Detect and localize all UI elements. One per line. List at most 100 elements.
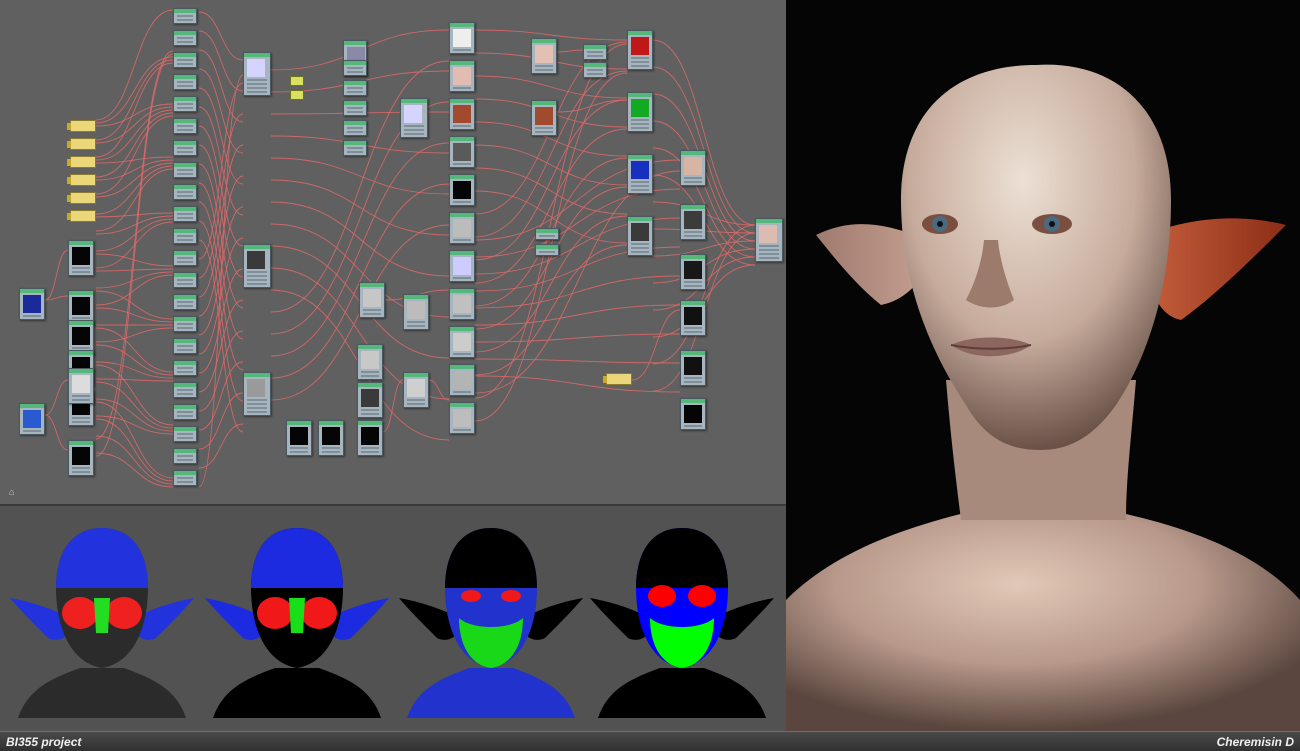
shader-node[interactable] <box>535 228 559 240</box>
value-node[interactable] <box>290 76 304 86</box>
value-node[interactable] <box>290 90 304 100</box>
node-wire <box>652 39 756 226</box>
shader-node[interactable] <box>19 403 45 435</box>
shader-node[interactable] <box>173 426 197 442</box>
node-editor-canvas[interactable]: ⌂ <box>0 0 786 504</box>
shader-node[interactable] <box>680 204 706 240</box>
shader-node[interactable] <box>343 100 367 116</box>
shader-node[interactable] <box>627 154 653 194</box>
shader-node[interactable] <box>357 344 383 380</box>
shader-node[interactable] <box>173 74 197 90</box>
node-wire <box>556 99 628 113</box>
value-node[interactable] <box>67 174 96 186</box>
node-wire <box>95 168 174 232</box>
shader-node[interactable] <box>359 282 385 318</box>
shader-node[interactable] <box>173 338 197 354</box>
value-node[interactable] <box>67 120 96 132</box>
shader-node[interactable] <box>627 30 653 70</box>
value-node[interactable] <box>67 192 96 204</box>
node-wire <box>95 418 174 482</box>
shader-node[interactable] <box>173 316 197 332</box>
shader-node[interactable] <box>627 92 653 132</box>
shader-node[interactable] <box>173 96 197 112</box>
mask-preview-4 <box>588 518 776 718</box>
node-wire <box>95 215 174 235</box>
shader-node[interactable] <box>357 420 383 456</box>
shader-node[interactable] <box>535 244 559 256</box>
shader-node[interactable] <box>627 216 653 256</box>
shader-node[interactable] <box>449 288 475 320</box>
shader-node[interactable] <box>531 100 557 136</box>
shader-node[interactable] <box>173 8 197 24</box>
shader-node[interactable] <box>173 404 197 420</box>
shader-node[interactable] <box>583 44 607 60</box>
shader-node[interactable] <box>343 120 367 136</box>
shader-node[interactable] <box>343 60 367 76</box>
node-wire <box>198 330 244 412</box>
shader-node[interactable] <box>680 350 706 386</box>
mask-preview-1 <box>8 518 196 718</box>
shader-node[interactable] <box>583 62 607 78</box>
shader-node[interactable] <box>680 254 706 290</box>
node-wire <box>95 271 174 289</box>
value-node[interactable] <box>67 156 96 168</box>
shader-node[interactable] <box>400 98 428 138</box>
shader-node[interactable] <box>173 250 197 266</box>
node-wire <box>474 333 681 343</box>
shader-node[interactable] <box>755 218 783 262</box>
shader-node[interactable] <box>19 288 45 320</box>
shader-node[interactable] <box>286 420 312 456</box>
value-node[interactable] <box>603 373 632 385</box>
shader-node[interactable] <box>173 206 197 222</box>
value-node[interactable] <box>67 138 96 150</box>
shader-node[interactable] <box>403 294 429 330</box>
shader-node[interactable] <box>680 398 706 430</box>
shader-node[interactable] <box>449 22 475 54</box>
shader-node[interactable] <box>173 448 197 464</box>
shader-node[interactable] <box>449 364 475 396</box>
shader-node[interactable] <box>68 240 94 276</box>
shader-node[interactable] <box>243 52 271 96</box>
shader-node[interactable] <box>243 372 271 416</box>
shader-node[interactable] <box>173 184 197 200</box>
shader-node[interactable] <box>449 402 475 434</box>
shader-node[interactable] <box>343 80 367 96</box>
node-wire <box>95 378 174 382</box>
node-editor-icon[interactable]: ⌂ <box>9 488 18 497</box>
shader-node[interactable] <box>173 30 197 46</box>
shader-node[interactable] <box>173 470 197 486</box>
shader-node[interactable] <box>173 52 197 68</box>
shader-node[interactable] <box>680 150 706 186</box>
value-node[interactable] <box>67 210 96 222</box>
shader-node[interactable] <box>449 60 475 92</box>
node-wire <box>95 327 174 343</box>
shader-node[interactable] <box>173 360 197 376</box>
shader-node[interactable] <box>343 140 367 156</box>
node-wire <box>474 304 681 326</box>
shader-node[interactable] <box>173 382 197 398</box>
shader-node[interactable] <box>403 372 429 408</box>
project-title: BI355 project <box>6 735 82 749</box>
node-wire <box>474 275 681 309</box>
shader-node[interactable] <box>68 368 94 404</box>
shader-node[interactable] <box>173 272 197 288</box>
shader-node[interactable] <box>357 382 383 418</box>
shader-node[interactable] <box>449 174 475 206</box>
shader-node[interactable] <box>68 440 94 476</box>
shader-node[interactable] <box>173 162 197 178</box>
shader-node[interactable] <box>449 250 475 282</box>
shader-node[interactable] <box>449 326 475 358</box>
shader-node[interactable] <box>449 98 475 130</box>
shader-node[interactable] <box>318 420 344 456</box>
shader-node[interactable] <box>531 38 557 74</box>
shader-node[interactable] <box>173 228 197 244</box>
shader-node[interactable] <box>243 244 271 288</box>
shader-node[interactable] <box>680 300 706 336</box>
shader-node[interactable] <box>449 136 475 168</box>
shader-node[interactable] <box>173 294 197 310</box>
shader-node[interactable] <box>173 118 197 134</box>
node-wire <box>95 62 174 158</box>
shader-node[interactable] <box>173 140 197 156</box>
node-wire <box>95 56 174 124</box>
shader-node[interactable] <box>449 212 475 244</box>
